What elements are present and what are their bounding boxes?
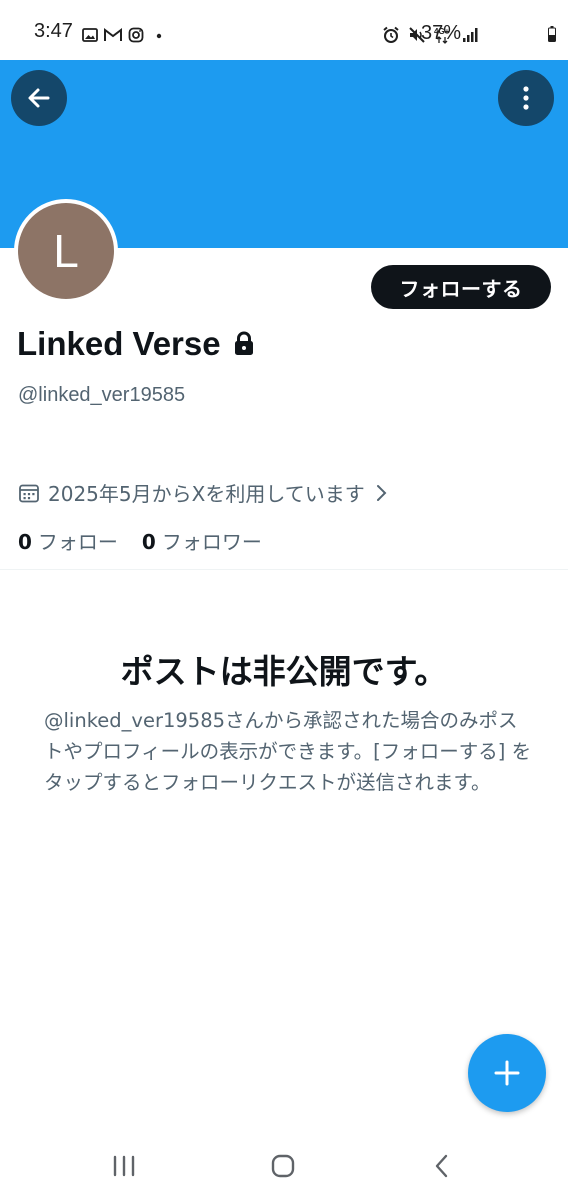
following-count: 0 — [18, 530, 32, 554]
following-stat[interactable]: 0 フォロー — [18, 526, 118, 555]
alarm-icon — [383, 26, 399, 43]
arrow-left-icon — [28, 88, 50, 108]
home-button[interactable] — [253, 1141, 313, 1191]
follow-stats: 0 フォロー 0 フォロワー — [18, 526, 262, 555]
following-label: フォロー — [37, 530, 118, 554]
avatar-letter: L — [53, 225, 79, 277]
divider — [0, 569, 568, 570]
plus-icon — [494, 1060, 520, 1086]
more-vertical-icon — [523, 86, 529, 110]
battery-icon — [548, 26, 556, 42]
battery-percent: 37% — [421, 22, 462, 44]
dot-icon — [156, 33, 162, 39]
calendar-icon — [19, 484, 39, 502]
compose-button[interactable] — [468, 1034, 546, 1112]
lock-icon — [234, 331, 253, 355]
back-button[interactable] — [11, 70, 67, 126]
recents-button[interactable] — [94, 1141, 154, 1191]
private-posts-title: ポストは非公開です。 — [120, 652, 448, 691]
followers-count: 0 — [141, 530, 156, 554]
followers-label: フォロワー — [161, 530, 262, 554]
image-icon — [82, 28, 98, 42]
handle: @linked_ver19585 — [18, 384, 186, 406]
nav-back-icon — [435, 1154, 448, 1178]
notification-icons — [82, 25, 164, 45]
display-name: Linked Verse — [17, 325, 221, 362]
follow-button[interactable]: フォローする — [371, 265, 551, 309]
instagram-icon — [128, 27, 144, 43]
joined-date-row[interactable]: 2025年5月からXを利用しています — [18, 478, 389, 507]
joined-date: 2025年5月からXを利用しています — [48, 482, 365, 506]
display-name-row: Linked Verse — [17, 325, 255, 363]
signal-icon — [463, 28, 478, 42]
avatar[interactable]: L — [14, 199, 118, 303]
more-options-button[interactable] — [498, 70, 554, 126]
gmail-icon — [104, 28, 122, 41]
chevron-right-icon — [376, 484, 387, 501]
system-back-button[interactable] — [412, 1141, 472, 1191]
status-time: 3:47 — [34, 20, 73, 42]
home-icon — [271, 1154, 295, 1178]
private-posts-description: @linked_ver19585さんから承認された場合のみポストやプロフィールの… — [44, 709, 532, 794]
recents-icon — [113, 1155, 135, 1177]
followers-stat[interactable]: 0 フォロワー — [142, 526, 262, 555]
